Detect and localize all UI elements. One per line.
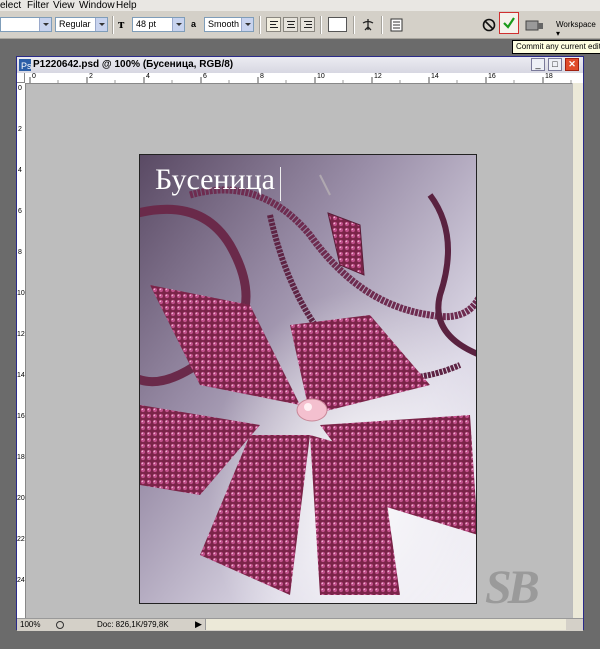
font-style-value: Regular: [59, 19, 91, 29]
ruler-number: 18: [545, 73, 553, 80]
commit-tooltip: Commit any current edits: [512, 40, 600, 54]
ruler-number: 12: [17, 331, 25, 338]
vertical-scrollbar[interactable]: [572, 83, 583, 618]
font-style-select[interactable]: Regular: [55, 17, 108, 32]
menu-bar: elect Filter View Window Help: [0, 0, 600, 11]
close-icon: ✕: [568, 59, 576, 69]
palettes-icon[interactable]: [389, 17, 405, 33]
document-window: Ps P1220642.psd @ 100% (Бусеница, RGB/8)…: [16, 56, 584, 631]
document-icon: Ps: [19, 59, 31, 71]
divider: [381, 16, 383, 34]
workspace-label: Workspace: [556, 20, 596, 29]
font-size-select[interactable]: 48 pt: [132, 17, 185, 32]
document-titlebar[interactable]: Ps P1220642.psd @ 100% (Бусеница, RGB/8)…: [17, 57, 583, 73]
ruler-number: 4: [18, 167, 22, 174]
anti-alias-select[interactable]: Smooth: [204, 17, 254, 32]
divider: [112, 16, 114, 34]
svg-text:Ps: Ps: [21, 61, 31, 71]
font-family-select[interactable]: [0, 17, 52, 32]
cancel-icon[interactable]: [481, 17, 497, 33]
ruler-number: 16: [17, 413, 25, 420]
ruler-origin[interactable]: [17, 73, 25, 83]
menu-help[interactable]: Help: [116, 0, 137, 11]
anti-alias-value: Smooth: [208, 19, 240, 29]
checkmark-icon: [503, 17, 515, 29]
ruler-number: 0: [18, 85, 22, 92]
options-bar: Regular т 48 pt a Smooth Workspace ▾: [0, 11, 600, 39]
close-button[interactable]: ✕: [565, 58, 579, 71]
font-size-value: 48 pt: [136, 19, 157, 29]
ruler-horizontal: 0 2 4 6 8 10 12 14 16 18 20: [25, 73, 583, 84]
horizontal-scrollbar[interactable]: [205, 619, 566, 630]
maximize-icon: □: [552, 59, 558, 69]
ruler-number: 18: [17, 454, 25, 461]
align-left-button[interactable]: [266, 17, 281, 32]
ruler-number: 6: [18, 208, 22, 215]
status-bar: 100% Doc: 826,1K/979,8K ▶: [17, 618, 583, 631]
ruler-number: 12: [374, 73, 382, 80]
ruler-number: 10: [317, 73, 325, 80]
commit-button[interactable]: [499, 12, 519, 34]
menu-view[interactable]: View: [53, 0, 75, 11]
zoom-level[interactable]: 100%: [20, 620, 40, 629]
ruler-number: 14: [431, 73, 439, 80]
menu-filter[interactable]: Filter: [27, 0, 49, 11]
image-canvas[interactable]: Бусеница: [139, 154, 477, 604]
file-browser-icon[interactable]: [525, 18, 545, 32]
menu-window[interactable]: Window: [79, 0, 115, 11]
anti-alias-label: a: [191, 19, 197, 29]
divider: [353, 16, 355, 34]
ruler-number: 0: [32, 73, 36, 80]
ruler-number: 4: [146, 73, 150, 80]
minimize-button[interactable]: _: [531, 58, 545, 71]
divider: [259, 16, 261, 34]
ruler-number: 2: [89, 73, 93, 80]
font-size-icon: т: [118, 16, 125, 31]
play-icon[interactable]: ▶: [195, 619, 202, 630]
chevron-down-icon: [39, 18, 51, 31]
ruler-number: 24: [17, 577, 25, 584]
divider: [320, 16, 322, 34]
ruler-number: 8: [260, 73, 264, 80]
doc-size: Doc: 826,1K/979,8K: [97, 620, 169, 629]
ruler-number: 22: [17, 536, 25, 543]
ruler-number: 2: [18, 126, 22, 133]
ruler-number: 14: [17, 372, 25, 379]
ruler-number: 6: [203, 73, 207, 80]
ruler-number: 16: [488, 73, 496, 80]
workspace-menu[interactable]: Workspace ▾: [556, 20, 600, 38]
text-color-swatch[interactable]: [328, 17, 347, 32]
sb-watermark: SB: [485, 561, 540, 614]
center-bead: [296, 398, 328, 422]
ruler-number: 10: [17, 290, 25, 297]
chevron-down-icon: [241, 18, 253, 31]
ruler-number: 8: [18, 249, 22, 256]
anti-alias-icon: a: [191, 19, 196, 29]
chevron-down-icon: [172, 18, 184, 31]
beadwork-photo: [140, 155, 476, 603]
warp-text-icon[interactable]: [360, 17, 376, 33]
maximize-button[interactable]: □: [548, 58, 562, 71]
chevron-down-icon: [95, 18, 107, 31]
minimize-icon: _: [535, 59, 541, 69]
menu-select[interactable]: elect: [0, 0, 21, 11]
canvas-area[interactable]: Бусеница SB: [26, 84, 583, 620]
align-center-button[interactable]: [283, 17, 298, 32]
ruler-number: 20: [17, 495, 25, 502]
ruler-vertical: 0 2 4 6 8 10 12 14 16 18 20 22 24 26: [17, 83, 26, 619]
text-cursor: [280, 167, 281, 201]
align-right-button[interactable]: [300, 17, 315, 32]
document-title: P1220642.psd @ 100% (Бусеница, RGB/8): [33, 59, 234, 70]
status-menu-icon[interactable]: [55, 620, 65, 630]
image-caption-text[interactable]: Бусеница: [155, 163, 275, 197]
